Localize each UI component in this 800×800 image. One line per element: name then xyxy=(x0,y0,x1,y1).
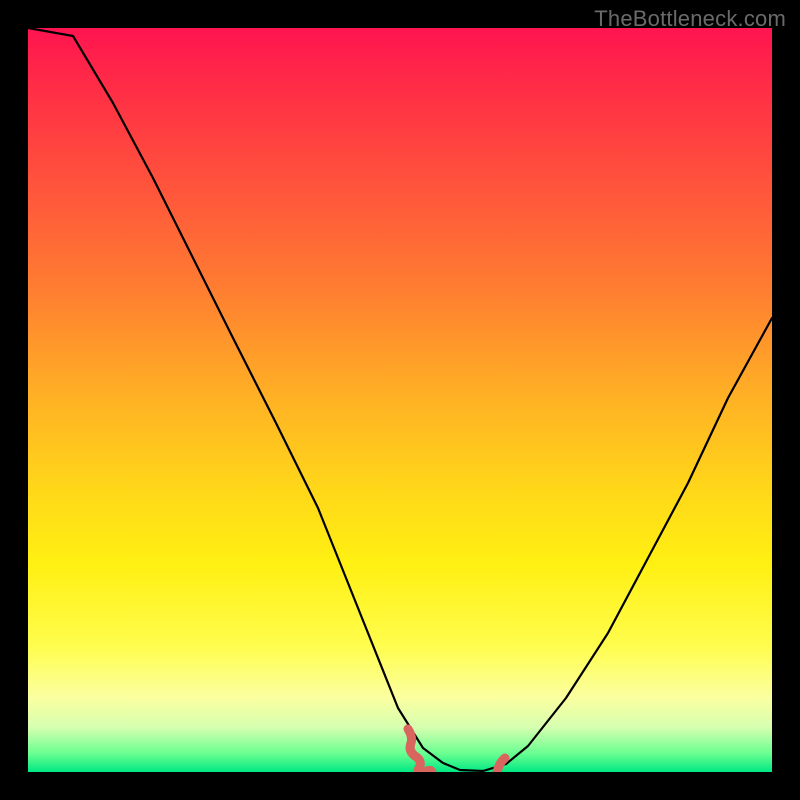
chart-frame: TheBottleneck.com xyxy=(0,0,800,800)
bottleneck-curve xyxy=(28,28,772,771)
watermark-text: TheBottleneck.com xyxy=(594,6,786,32)
optimal-range-highlight xyxy=(408,729,505,772)
curve-layer xyxy=(28,28,772,772)
plot-area xyxy=(28,28,772,772)
